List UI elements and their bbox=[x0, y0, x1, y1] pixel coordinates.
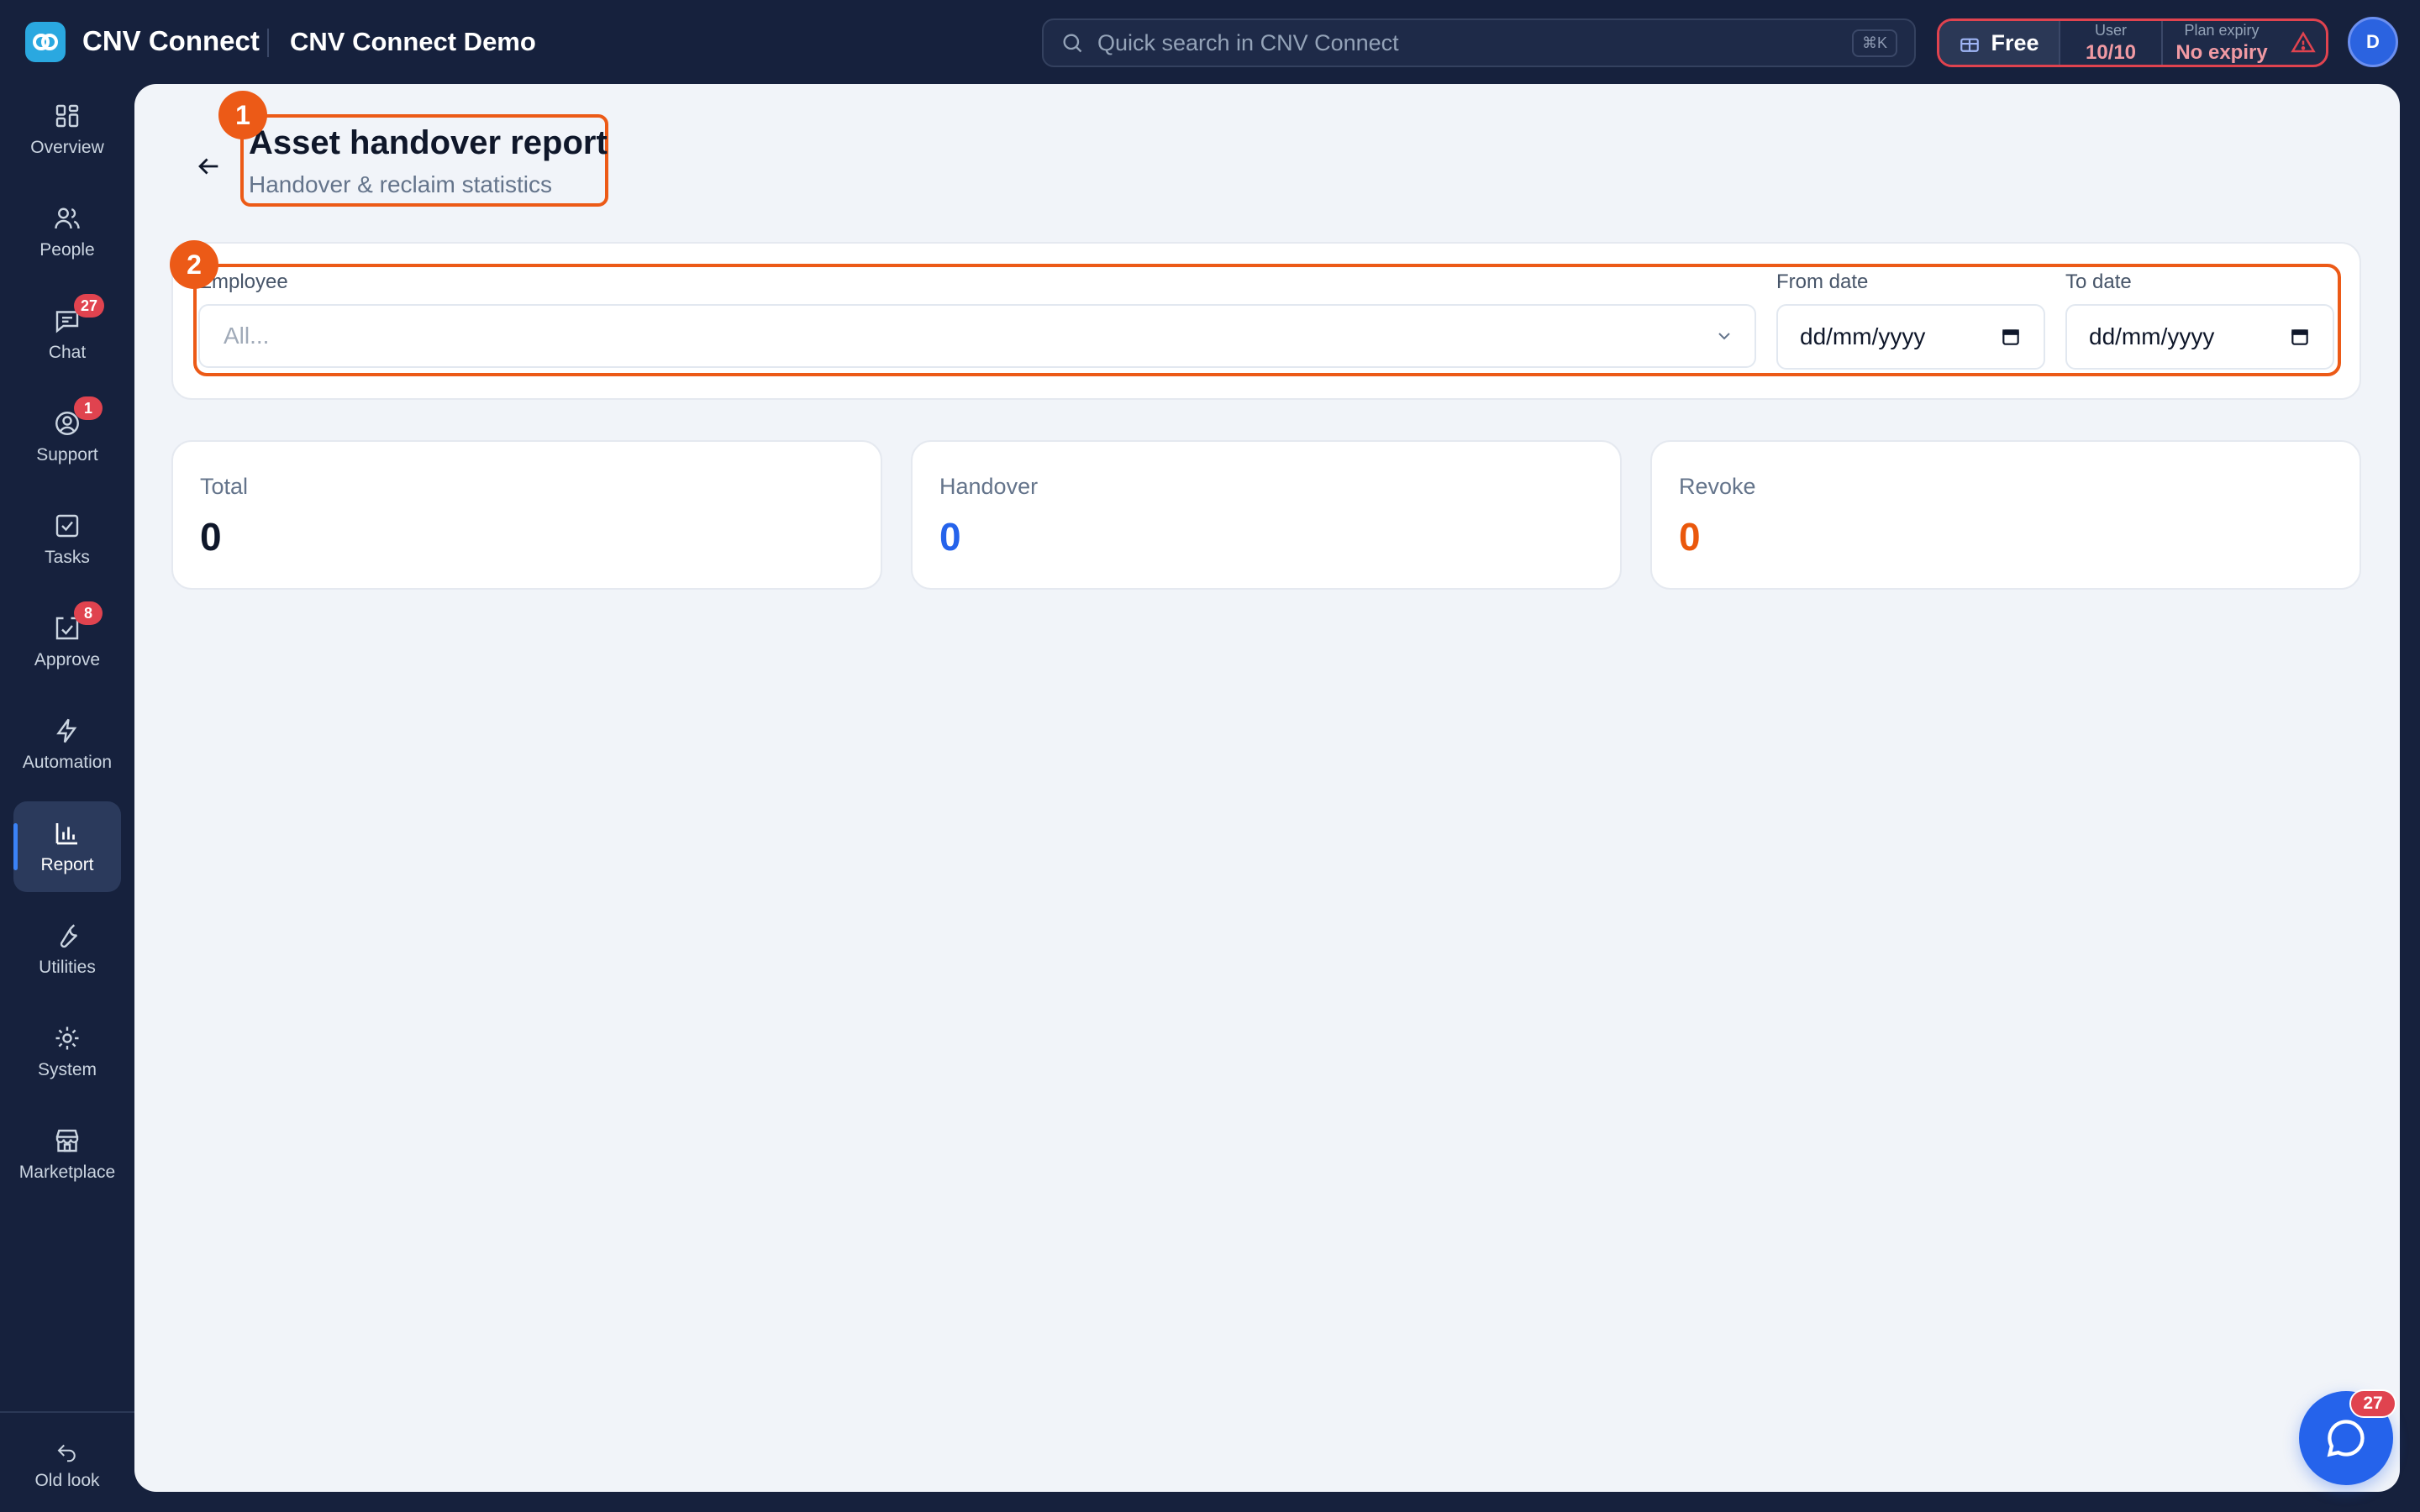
sidebar-item-people[interactable]: People bbox=[13, 186, 121, 277]
plan-user-caption: User bbox=[2094, 21, 2127, 39]
page-title: Asset handover report bbox=[249, 124, 608, 161]
brand-divider bbox=[267, 29, 269, 57]
stat-card-revoke: Revoke 0 bbox=[1650, 440, 2361, 590]
plan-tier[interactable]: Free bbox=[1939, 21, 2059, 65]
sidebar-item-label: Overview bbox=[30, 138, 104, 157]
stat-value: 0 bbox=[1679, 515, 1701, 559]
global-search[interactable]: ⌘K bbox=[1042, 18, 1916, 67]
search-icon bbox=[1063, 34, 1082, 53]
plan-expiry: Plan expiry No expiry bbox=[2163, 22, 2281, 65]
store-icon bbox=[55, 1129, 79, 1152]
gift-icon bbox=[1960, 38, 1980, 52]
stat-value: 0 bbox=[939, 515, 961, 559]
sidebar-item-label: Support bbox=[36, 445, 98, 465]
user-avatar[interactable]: D bbox=[2348, 17, 2398, 67]
sidebar-item-tasks[interactable]: Tasks bbox=[13, 494, 121, 585]
sidebar-item-label: Report bbox=[40, 855, 94, 874]
people-icon bbox=[55, 207, 80, 229]
chat-fab-badge: 27 bbox=[2349, 1389, 2396, 1418]
back-button[interactable] bbox=[185, 143, 232, 190]
plan-status[interactable]: Free User 10/10 Plan expiry No expiry bbox=[1937, 18, 2328, 67]
sidebar-item-support[interactable]: Support 1 bbox=[13, 391, 121, 482]
highlight-box-2 bbox=[193, 264, 2341, 376]
sidebar-divider bbox=[0, 1411, 134, 1413]
approve-badge: 8 bbox=[74, 601, 103, 625]
plan-user-value: 10/10 bbox=[2085, 40, 2137, 64]
support-badge: 1 bbox=[74, 396, 103, 420]
page-subtitle: Handover & reclaim statistics bbox=[249, 171, 553, 197]
step-marker-2: 2 bbox=[170, 240, 218, 289]
sidebar-item-label: Tasks bbox=[45, 548, 90, 567]
plan-user-count: User 10/10 bbox=[2060, 22, 2161, 65]
sidebar-item-label: System bbox=[37, 1060, 97, 1079]
warning-icon bbox=[2291, 31, 2316, 53]
plan-expiry-caption: Plan expiry bbox=[2184, 21, 2260, 39]
sidebar-item-chat[interactable]: Chat 27 bbox=[13, 289, 121, 380]
sidebar-item-report[interactable]: Report bbox=[13, 801, 121, 892]
sidebar-nav: Overview People Chat 27 Support 1 Tasks … bbox=[0, 84, 134, 1512]
stat-value: 0 bbox=[200, 515, 222, 559]
undo-icon bbox=[57, 1444, 76, 1462]
gear-icon bbox=[55, 1026, 79, 1050]
sidebar-item-label: Marketplace bbox=[18, 1163, 116, 1182]
sidebar-item-automation[interactable]: Automation bbox=[13, 699, 121, 790]
logo-icon bbox=[33, 34, 58, 50]
sidebar-item-overview[interactable]: Overview bbox=[13, 84, 121, 175]
tasks-icon bbox=[55, 514, 79, 538]
step-marker-1: 1 bbox=[218, 91, 267, 139]
brand-name: CNV Connect bbox=[82, 25, 260, 56]
bolt-icon bbox=[56, 718, 77, 743]
sidebar-item-marketplace[interactable]: Marketplace bbox=[13, 1109, 121, 1200]
sidebar-item-label: People bbox=[39, 240, 95, 260]
sidebar-item-system[interactable]: System bbox=[13, 1006, 121, 1097]
sidebar-item-label: Approve bbox=[34, 650, 101, 669]
grid-icon bbox=[55, 104, 79, 128]
sidebar-item-label: Automation bbox=[22, 753, 113, 772]
top-bar: CNV Connect CNV Connect Demo ⌘K Free Use… bbox=[0, 0, 2420, 84]
wrench-icon bbox=[60, 924, 78, 948]
old-look-button[interactable]: Old look bbox=[13, 1428, 121, 1502]
main-content: Asset handover report Handover & reclaim… bbox=[134, 84, 2400, 1492]
sidebar-item-label: Chat bbox=[48, 343, 87, 362]
sidebar-item-label: Utilities bbox=[39, 958, 96, 977]
stat-card-handover: Handover 0 bbox=[911, 440, 1622, 590]
old-look-label: Old look bbox=[34, 1471, 100, 1490]
organization-name[interactable]: CNV Connect Demo bbox=[290, 27, 536, 57]
chat-bubble-icon bbox=[2327, 1420, 2365, 1457]
stat-label: Handover bbox=[939, 474, 1039, 499]
chat-badge: 27 bbox=[74, 294, 105, 318]
stat-label: Total bbox=[200, 474, 249, 499]
stat-label: Revoke bbox=[1679, 474, 1756, 499]
stat-card-total: Total 0 bbox=[171, 440, 882, 590]
arrow-left-icon bbox=[198, 158, 218, 175]
bar-chart-icon bbox=[55, 823, 77, 845]
sidebar-item-utilities[interactable]: Utilities bbox=[13, 904, 121, 995]
plan-tier-label: Free bbox=[1991, 29, 2039, 55]
plan-expiry-value: No expiry bbox=[2175, 40, 2268, 64]
search-input[interactable] bbox=[1097, 29, 1852, 56]
sidebar-item-approve[interactable]: Approve 8 bbox=[13, 596, 121, 687]
app-logo[interactable] bbox=[25, 22, 66, 62]
search-shortcut-hint: ⌘K bbox=[1851, 29, 1897, 57]
